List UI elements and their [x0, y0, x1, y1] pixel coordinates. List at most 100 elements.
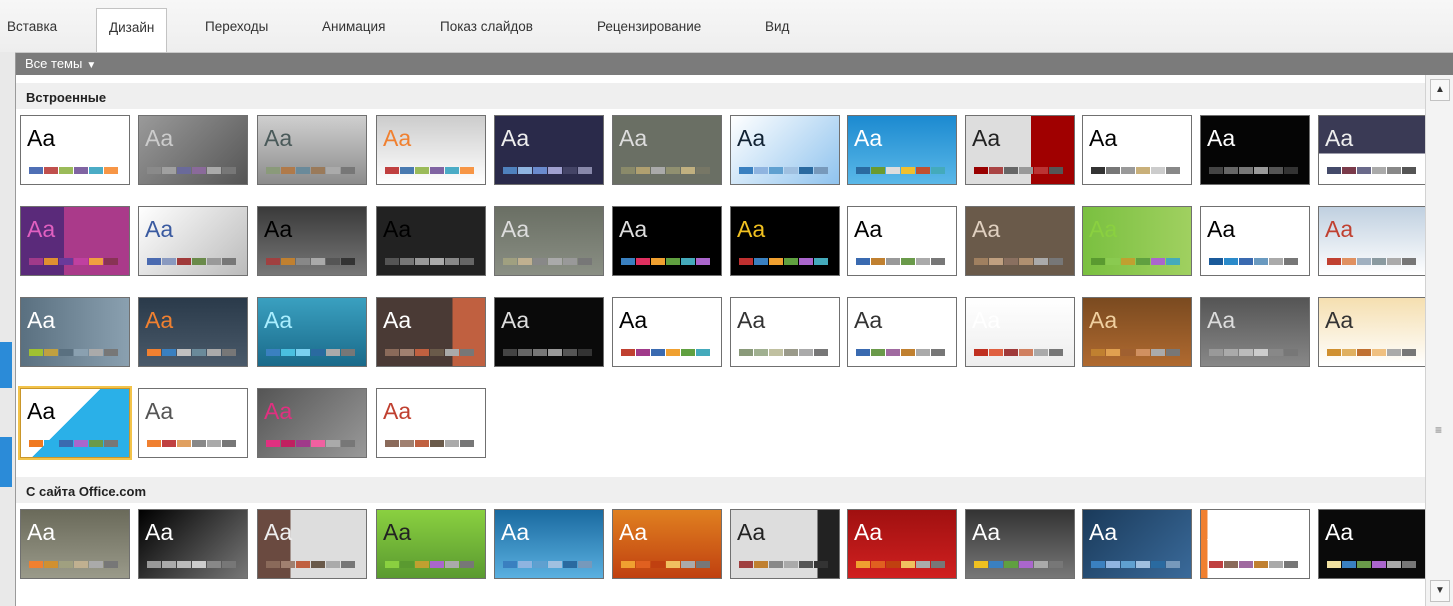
- theme-thumbnail[interactable]: Aa: [847, 206, 957, 276]
- theme-thumbnail[interactable]: Aa: [20, 115, 130, 185]
- theme-thumbnail[interactable]: Aa: [138, 388, 248, 458]
- theme-thumbnail[interactable]: Aa: [965, 297, 1075, 367]
- theme-thumbnail[interactable]: Aa: [376, 206, 486, 276]
- theme-thumbnail[interactable]: Aa: [138, 297, 248, 367]
- tab-transitions[interactable]: Переходы: [205, 19, 268, 34]
- theme-thumbnail[interactable]: Aa: [847, 115, 957, 185]
- theme-thumbnail[interactable]: Aa: [20, 388, 130, 458]
- tab-slideshow[interactable]: Показ слайдов: [440, 19, 533, 34]
- scroll-grip-icon[interactable]: ≡: [1435, 423, 1442, 437]
- theme-color-swatches: [147, 440, 237, 447]
- theme-color-swatches: [385, 440, 475, 447]
- theme-thumbnail[interactable]: Aa: [1200, 509, 1310, 579]
- all-themes-dropdown[interactable]: Все темы ▼: [16, 53, 1453, 75]
- theme-color-swatches: [1209, 258, 1299, 265]
- theme-thumbnail[interactable]: Aa: [1082, 115, 1192, 185]
- theme-thumbnail[interactable]: Aa: [376, 297, 486, 367]
- theme-thumbnail[interactable]: Aa: [20, 509, 130, 579]
- theme-thumbnail[interactable]: Aa: [138, 206, 248, 276]
- theme-thumbnail[interactable]: Aa: [257, 206, 367, 276]
- theme-thumbnail[interactable]: Aa: [847, 509, 957, 579]
- theme-color-swatches: [974, 349, 1064, 356]
- theme-thumbnail[interactable]: Aa: [847, 297, 957, 367]
- theme-thumbnail[interactable]: Aa: [965, 115, 1075, 185]
- theme-thumbnail[interactable]: Aa: [1200, 297, 1310, 367]
- tab-animation[interactable]: Анимация: [322, 19, 385, 34]
- theme-color-swatches: [385, 349, 475, 356]
- gallery-scrollbar[interactable]: ▲ ≡ ▼: [1425, 75, 1453, 606]
- theme-thumbnail[interactable]: Aa: [1082, 206, 1192, 276]
- ribbon-tabs: Вставка Дизайн Переходы Анимация Показ с…: [0, 0, 1453, 53]
- theme-sample-text: Aa: [27, 519, 56, 545]
- theme-thumbnail[interactable]: Aa: [612, 509, 722, 579]
- theme-sample-text: Aa: [1089, 125, 1118, 151]
- theme-thumbnail[interactable]: Aa: [20, 206, 130, 276]
- theme-sample-text: Aa: [619, 519, 648, 545]
- theme-color-swatches: [503, 349, 593, 356]
- theme-thumbnail[interactable]: Aa: [612, 297, 722, 367]
- tab-insert[interactable]: Вставка: [7, 19, 57, 34]
- scroll-down-button[interactable]: ▼: [1430, 580, 1450, 602]
- theme-thumbnail[interactable]: Aa: [965, 206, 1075, 276]
- theme-thumbnail[interactable]: Aa: [1082, 509, 1192, 579]
- theme-thumbnail[interactable]: Aa: [257, 388, 367, 458]
- tab-review[interactable]: Рецензирование: [597, 19, 701, 34]
- theme-color-swatches: [1209, 167, 1299, 174]
- theme-thumbnail[interactable]: Aa: [494, 297, 604, 367]
- theme-color-swatches: [856, 167, 946, 174]
- theme-thumbnail[interactable]: Aa: [376, 509, 486, 579]
- theme-thumbnail[interactable]: Aa: [376, 388, 486, 458]
- theme-thumbnail[interactable]: Aa: [138, 509, 248, 579]
- theme-sample-text: Aa: [854, 216, 883, 242]
- theme-thumbnail[interactable]: Aa: [257, 115, 367, 185]
- theme-sample-text: Aa: [619, 125, 648, 151]
- theme-color-swatches: [266, 167, 356, 174]
- theme-color-swatches: [147, 349, 237, 356]
- theme-color-swatches: [266, 561, 356, 568]
- theme-thumbnail[interactable]: Aa: [494, 509, 604, 579]
- theme-sample-text: Aa: [854, 307, 883, 333]
- theme-sample-text: Aa: [737, 519, 766, 545]
- theme-sample-text: Aa: [27, 125, 56, 151]
- theme-thumbnail[interactable]: Aa: [1318, 297, 1428, 367]
- theme-thumbnail[interactable]: Aa: [1200, 115, 1310, 185]
- theme-thumbnail[interactable]: Aa: [1318, 509, 1428, 579]
- theme-thumbnail[interactable]: Aa: [257, 509, 367, 579]
- theme-color-swatches: [266, 258, 356, 265]
- theme-thumbnail[interactable]: Aa: [376, 115, 486, 185]
- theme-thumbnail[interactable]: Aa: [965, 509, 1075, 579]
- theme-sample-text: Aa: [145, 216, 174, 242]
- theme-sample-text: Aa: [619, 307, 648, 333]
- theme-thumbnail[interactable]: Aa: [1318, 115, 1428, 185]
- theme-color-swatches: [385, 561, 475, 568]
- theme-thumbnail[interactable]: Aa: [730, 297, 840, 367]
- theme-thumbnail[interactable]: Aa: [494, 206, 604, 276]
- theme-thumbnail[interactable]: Aa: [730, 206, 840, 276]
- theme-thumbnail[interactable]: Aa: [20, 297, 130, 367]
- theme-sample-text: Aa: [1207, 519, 1236, 545]
- theme-thumbnail[interactable]: Aa: [257, 297, 367, 367]
- theme-sample-text: Aa: [1207, 216, 1236, 242]
- theme-sample-text: Aa: [145, 519, 174, 545]
- theme-color-swatches: [147, 167, 237, 174]
- theme-thumbnail[interactable]: Aa: [494, 115, 604, 185]
- theme-thumbnail[interactable]: Aa: [1318, 206, 1428, 276]
- theme-thumbnail[interactable]: Aa: [730, 509, 840, 579]
- theme-color-swatches: [29, 440, 119, 447]
- theme-sample-text: Aa: [972, 519, 1001, 545]
- theme-color-swatches: [29, 349, 119, 356]
- tab-view[interactable]: Вид: [765, 19, 789, 34]
- theme-color-swatches: [856, 258, 946, 265]
- theme-color-swatches: [29, 561, 119, 568]
- theme-color-swatches: [147, 561, 237, 568]
- theme-thumbnail[interactable]: Aa: [612, 206, 722, 276]
- scroll-up-button[interactable]: ▲: [1430, 79, 1450, 101]
- theme-thumbnail[interactable]: Aa: [612, 115, 722, 185]
- theme-thumbnail[interactable]: Aa: [138, 115, 248, 185]
- theme-color-swatches: [856, 349, 946, 356]
- theme-thumbnail[interactable]: Aa: [1082, 297, 1192, 367]
- theme-thumbnail[interactable]: Aa: [730, 115, 840, 185]
- tab-design[interactable]: Дизайн: [96, 8, 168, 52]
- theme-thumbnail[interactable]: Aa: [1200, 206, 1310, 276]
- theme-color-swatches: [739, 167, 829, 174]
